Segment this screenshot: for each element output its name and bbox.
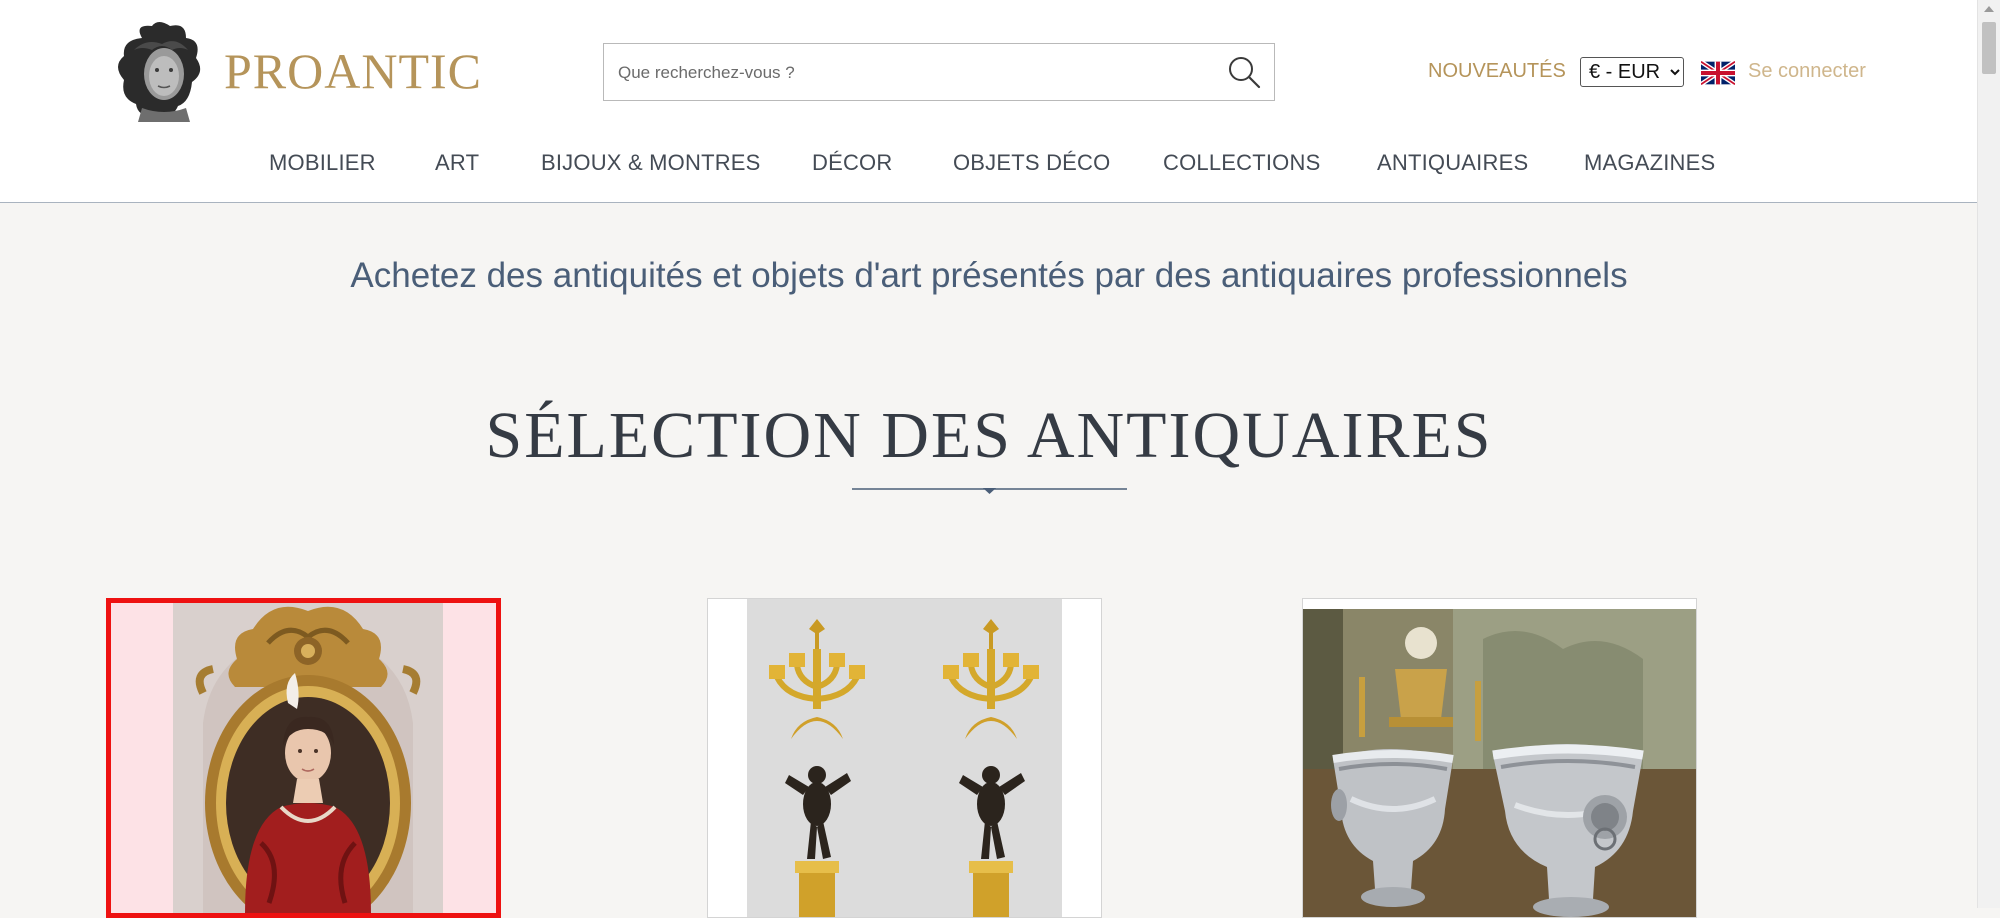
login-link[interactable]: Se connecter — [1748, 60, 1866, 83]
nav-item-bijoux-montres[interactable]: BIJOUX & MONTRES — [541, 150, 761, 176]
product-image-portrait[interactable] — [173, 603, 443, 913]
nav-item-objets-deco[interactable]: OBJETS DÉCO — [953, 150, 1110, 176]
hero-tagline: Achetez des antiquités et objets d'art p… — [350, 256, 1628, 295]
brand-logo-text[interactable]: PROANTIC — [224, 42, 482, 100]
logo-bust-icon[interactable] — [112, 20, 208, 122]
nav-item-decor[interactable]: DÉCOR — [812, 150, 892, 176]
nav-item-art[interactable]: ART — [435, 150, 479, 176]
scrollbar-thumb[interactable] — [1982, 22, 1996, 74]
currency-select[interactable]: € - EUR — [1580, 57, 1684, 87]
title-divider — [852, 488, 1127, 494]
product-card[interactable] — [1302, 598, 1697, 918]
search-input[interactable] — [616, 52, 1210, 94]
main-nav: MOBILIER ART BIJOUX & MONTRES DÉCOR OBJE… — [0, 150, 1978, 176]
nav-item-antiquaires[interactable]: ANTIQUAIRES — [1377, 150, 1528, 176]
section-title: SÉLECTION DES ANTIQUAIRES — [485, 399, 1493, 472]
product-card[interactable] — [707, 598, 1102, 918]
search-bar — [603, 43, 1275, 101]
site-header: PROANTIC NOUVEAUTÉS € - EUR Se connecter… — [0, 0, 1978, 203]
nav-item-collections[interactable]: COLLECTIONS — [1163, 150, 1320, 176]
nav-item-mobilier[interactable]: MOBILIER — [269, 150, 376, 176]
page-scrollbar[interactable] — [1977, 0, 2000, 908]
search-icon[interactable] — [1226, 54, 1262, 90]
scroll-up-arrow-icon[interactable] — [1984, 6, 1994, 12]
product-image-candelabra[interactable] — [747, 599, 1062, 918]
product-image-wine-coolers[interactable] — [1303, 609, 1697, 918]
uk-flag-icon[interactable] — [1701, 61, 1735, 85]
product-card[interactable] — [106, 598, 501, 918]
nouveautes-link[interactable]: NOUVEAUTÉS — [1428, 60, 1566, 83]
nav-item-magazines[interactable]: MAGAZINES — [1584, 150, 1715, 176]
